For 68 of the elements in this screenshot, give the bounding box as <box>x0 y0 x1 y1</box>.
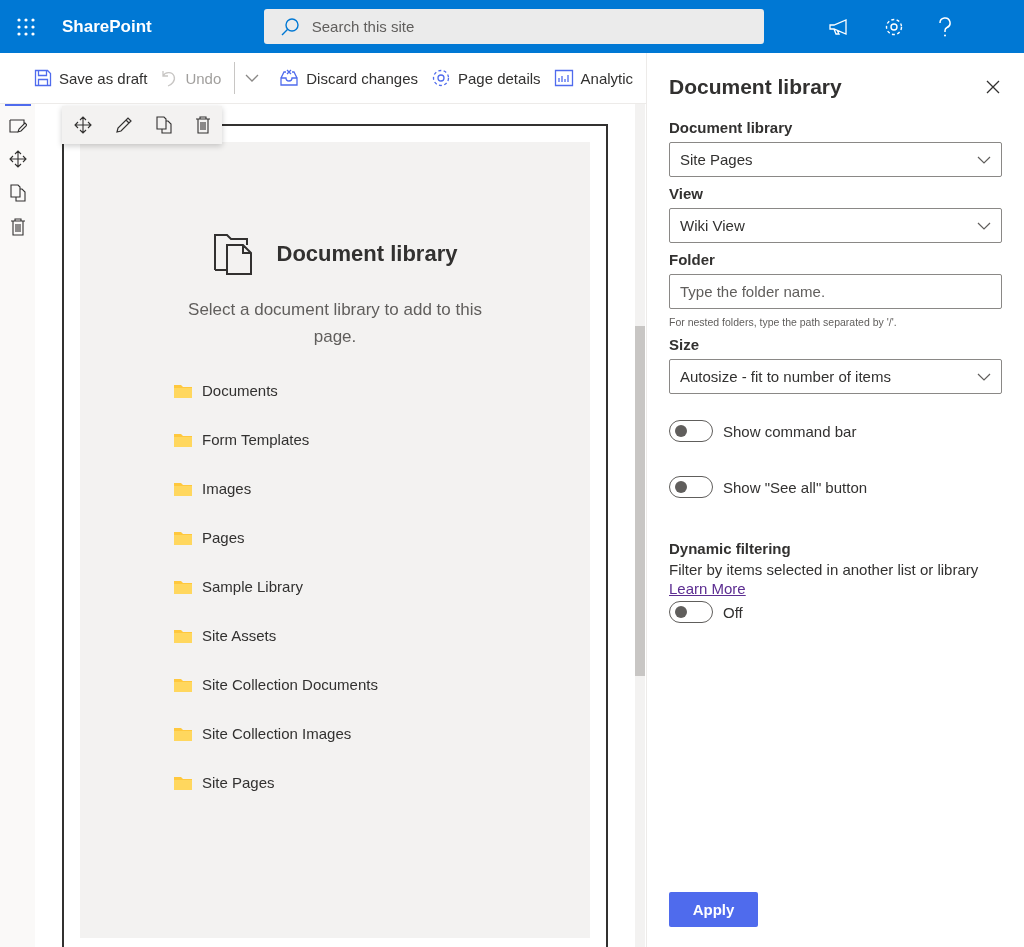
edit-section-icon[interactable] <box>8 118 27 134</box>
learn-more-link[interactable]: Learn More <box>669 580 746 597</box>
app-name[interactable]: SharePoint <box>62 16 152 37</box>
library-item[interactable]: Site Assets <box>174 625 378 646</box>
toggle-label: Show command bar <box>723 422 857 440</box>
folder-icon <box>174 726 192 741</box>
settings-icon[interactable] <box>883 16 904 37</box>
library-item[interactable]: Site Collection Documents <box>174 674 378 695</box>
library-item[interactable]: Site Collection Images <box>174 723 378 744</box>
folder-icon <box>174 383 192 398</box>
copy-icon[interactable] <box>9 184 26 202</box>
toggle-label: Show "See all" button <box>723 478 868 496</box>
folder-icon <box>174 530 192 545</box>
move-icon[interactable] <box>8 150 27 168</box>
web-part-description: Select a document library to add to this page. <box>187 299 483 348</box>
chevron-down-icon <box>245 74 260 82</box>
apply-button[interactable]: Apply <box>669 892 758 927</box>
settings-icon <box>431 68 451 88</box>
copy-icon[interactable] <box>155 116 172 134</box>
web-part-title: Document library <box>276 241 458 267</box>
section-description: Filter by items selected in another list or library <box>669 561 980 578</box>
field-label: Folder <box>669 251 716 268</box>
analytics-button[interactable]: Analytic <box>553 69 634 87</box>
field-hint: For nested folders, type the path separated by '/'. <box>669 316 898 328</box>
field-label: Size <box>669 336 700 353</box>
trash-icon[interactable] <box>194 116 211 134</box>
library-item[interactable]: Pages <box>174 527 378 548</box>
folder-input-field[interactable]: Type the folder name. <box>669 274 1002 309</box>
pencil-icon[interactable] <box>114 116 133 134</box>
library-item[interactable]: Site Pages <box>174 772 378 793</box>
move-icon[interactable] <box>73 116 92 134</box>
toggle-switch[interactable] <box>669 420 713 442</box>
folder-icon <box>174 677 192 692</box>
folder-icon <box>174 432 192 447</box>
library-item[interactable]: Sample Library <box>174 576 378 597</box>
field-label: View <box>669 185 704 202</box>
details-button[interactable]: Page details <box>431 68 547 88</box>
dropdown[interactable]: Wiki View <box>669 208 1002 243</box>
inbox-icon <box>279 69 300 87</box>
library-item[interactable]: Form Templates <box>174 429 378 450</box>
chevron-down-icon <box>977 221 991 230</box>
close-icon[interactable] <box>986 80 1000 94</box>
library-item[interactable]: Images <box>174 478 378 499</box>
save-icon <box>34 69 52 87</box>
app-launcher-icon[interactable] <box>17 17 35 36</box>
chevron-down-icon <box>977 155 991 164</box>
toggle-switch[interactable] <box>669 476 713 498</box>
pane-title: Document library <box>669 75 842 99</box>
folder-icon <box>174 628 192 643</box>
toggle-switch[interactable] <box>669 601 713 623</box>
chart-icon <box>553 69 574 87</box>
folder-icon <box>174 481 192 496</box>
discard-button[interactable]: Discard changes <box>279 69 424 87</box>
section-heading: Dynamic filtering <box>669 540 792 557</box>
trash-icon[interactable] <box>9 218 26 236</box>
toggle-label: Off <box>723 603 743 621</box>
search-field[interactable]: Search this site <box>263 9 764 44</box>
save-button[interactable]: Save as draft <box>34 69 154 87</box>
dropdown[interactable]: Site Pages <box>669 142 1002 177</box>
field-label: Document library <box>669 119 794 136</box>
scrollbar[interactable] <box>635 104 645 947</box>
folder-icon <box>174 579 192 594</box>
megaphone-icon[interactable] <box>827 17 850 36</box>
folder-icon <box>174 775 192 790</box>
dropdown[interactable]: Autosize - fit to number of items <box>669 359 1002 394</box>
chevron-down-icon <box>977 372 991 381</box>
help-icon[interactable] <box>937 16 952 37</box>
library-item[interactable]: Documents <box>174 380 378 401</box>
